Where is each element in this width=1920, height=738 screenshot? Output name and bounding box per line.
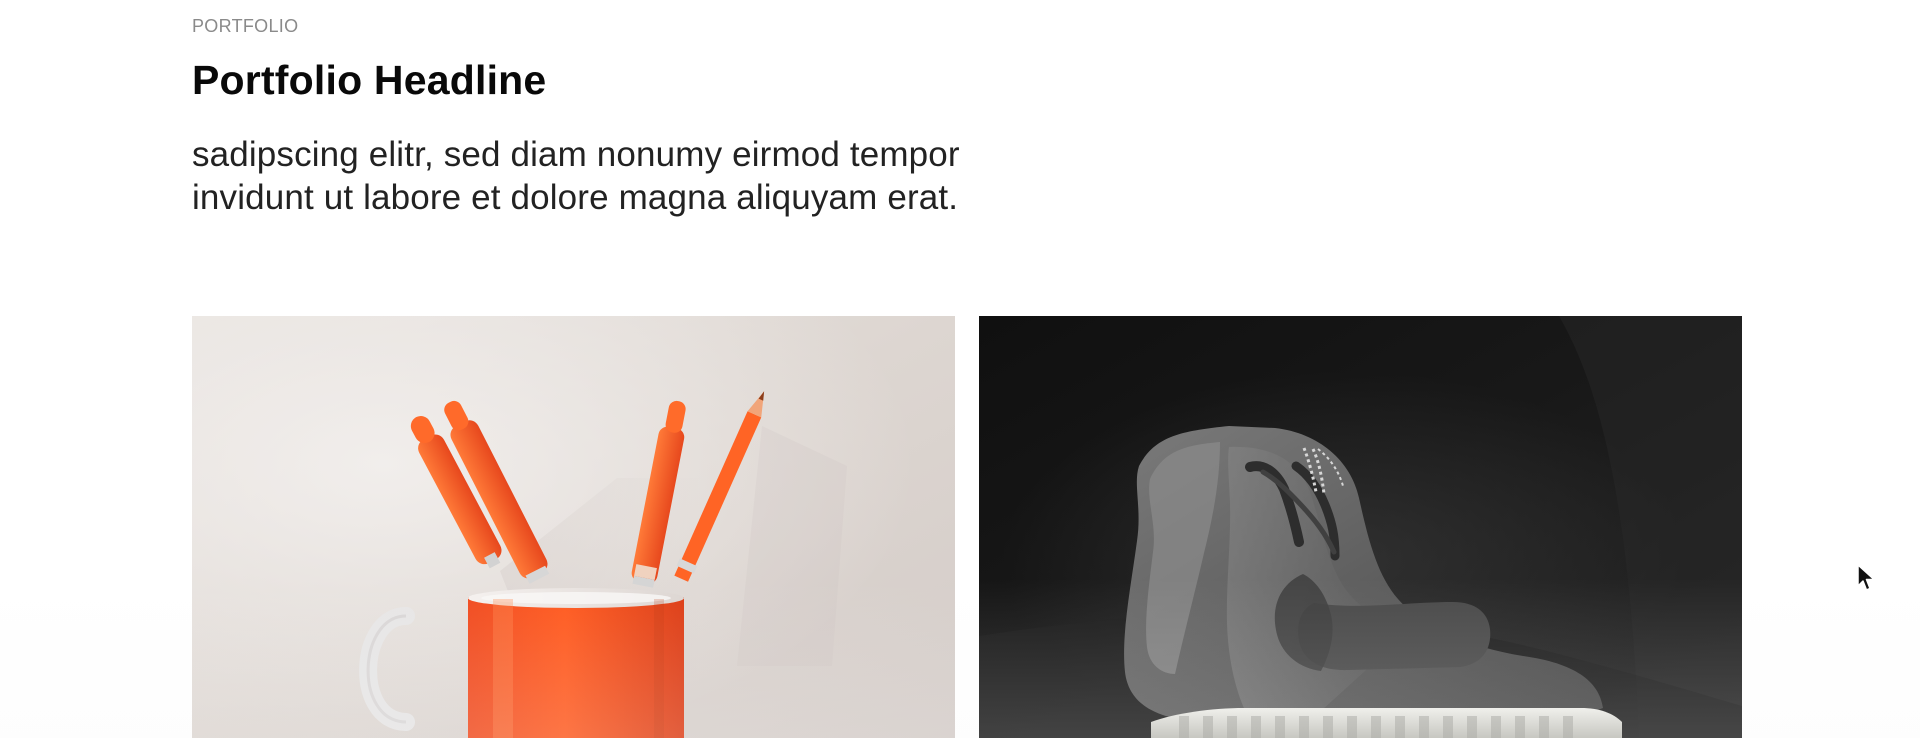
portfolio-gallery [192, 316, 1743, 738]
portfolio-item-sneaker[interactable] [979, 316, 1742, 738]
page-title: Portfolio Headline [192, 57, 547, 103]
intro-line-2: invidunt ut labore et dolore magna aliqu… [192, 178, 959, 217]
sneaker-photo [979, 316, 1742, 738]
portfolio-item-mug[interactable] [192, 316, 955, 738]
section-eyebrow: PORTFOLIO [192, 16, 299, 36]
portfolio-page: PORTFOLIO Portfolio Headline sadipscing … [0, 0, 1920, 738]
intro-paragraph: sadipscing elitr, sed diam nonumy eirmod… [192, 133, 1192, 219]
mug-photo [192, 316, 955, 738]
intro-line-1: sadipscing elitr, sed diam nonumy eirmod… [192, 135, 960, 174]
pointer-arrow-icon [1857, 564, 1877, 592]
